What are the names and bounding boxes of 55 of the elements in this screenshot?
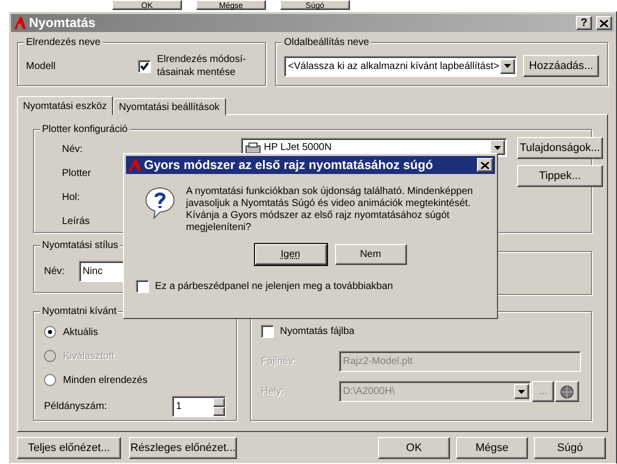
- checkbox[interactable]: [138, 60, 151, 72]
- partial-preview-button[interactable]: Részleges előnézet...: [129, 437, 237, 459]
- help-button[interactable]: ?: [576, 16, 592, 30]
- field-label: Példányszám:: [44, 400, 108, 414]
- dropdown-button[interactable]: [490, 140, 505, 155]
- field-label: Hol:: [62, 191, 81, 205]
- dialog-message: A nyomtatási funkciókban sok újdonság található. Mindenképpen javasoljuk a Nyomtatás Súgó és video animációk megtekintését. Kívánja a Gyors módszer az első rajz nyomtatásához súgót megjeleníteni?: [186, 186, 474, 234]
- close-icon: [600, 20, 608, 26]
- properties-button[interactable]: Tulajdonságok...: [516, 137, 603, 159]
- close-button[interactable]: [596, 16, 612, 30]
- radio-label[interactable]: Minden elrendezés: [63, 372, 148, 388]
- close-button[interactable]: [477, 158, 493, 172]
- globe-icon: [560, 384, 574, 398]
- dropdown-button[interactable]: [500, 58, 516, 74]
- tips-button[interactable]: Tippek...: [516, 165, 603, 187]
- checkbox[interactable]: [136, 280, 149, 293]
- dialog-button[interactable]: Igen: [254, 244, 326, 265]
- dialog-title: Gyors módszer az első rajz nyomtatásához súgó: [144, 156, 433, 174]
- checkbox-label[interactable]: Elrendezés módosí-tásainak mentése: [157, 53, 257, 79]
- page-setup-dropdown[interactable]: <Válassza ki az alkalmazni kívánt lapbeállítást>: [284, 56, 518, 76]
- help-button[interactable]: Súgó: [534, 437, 606, 459]
- field-label: Név:: [62, 143, 84, 157]
- dropdown-value: <Válassza ki az alkalmazni kívánt lapbeállítást>: [288, 60, 500, 74]
- tab[interactable]: Nyomtatási eszköz: [17, 96, 113, 115]
- globe-button[interactable]: [555, 381, 579, 402]
- group-label: Nyomtatási stílus: [40, 238, 120, 253]
- app-logo-icon: [13, 16, 27, 30]
- caret-icon: [518, 390, 525, 394]
- ok-button[interactable]: OK: [378, 437, 450, 459]
- cancel-button[interactable]: Mégse: [456, 437, 528, 459]
- dropdown-value: HP LJet 5000N: [264, 141, 333, 155]
- radio-button[interactable]: [44, 326, 56, 338]
- close-icon: [481, 162, 489, 168]
- tab[interactable]: Nyomtatási beállítások: [112, 98, 226, 115]
- radio-label[interactable]: Aktuális: [63, 324, 98, 340]
- group-label: Plotter konfiguráció: [40, 122, 130, 137]
- add-button[interactable]: Hozzáadás...: [523, 55, 599, 77]
- field-label: Név:: [44, 264, 65, 278]
- spinner-value: 1: [176, 400, 183, 414]
- caret-icon: [504, 64, 512, 68]
- dialog-button[interactable]: Nem: [334, 244, 406, 265]
- layout-name: Modell: [26, 60, 56, 74]
- caret-icon: [494, 146, 501, 150]
- window-title: Nyomtatás: [29, 14, 96, 32]
- radio-button[interactable]: [44, 374, 56, 386]
- copies-spinner[interactable]: 1: [172, 396, 226, 417]
- field-label: Leírás: [62, 215, 91, 229]
- dropdown-button[interactable]: [514, 384, 529, 399]
- group-label: Nyomtatni kívánt: [40, 304, 118, 319]
- checkbox-label[interactable]: Ez a párbeszédpanel ne jelenjen meg a továbbiakban: [155, 279, 393, 294]
- field-label: Plotter: [62, 167, 91, 181]
- dropdown-value: D:\A2000H\: [343, 385, 396, 399]
- app-logo-icon: [128, 158, 142, 172]
- preview-button[interactable]: Teljes előnézet...: [17, 437, 121, 459]
- question-icon: [144, 186, 176, 220]
